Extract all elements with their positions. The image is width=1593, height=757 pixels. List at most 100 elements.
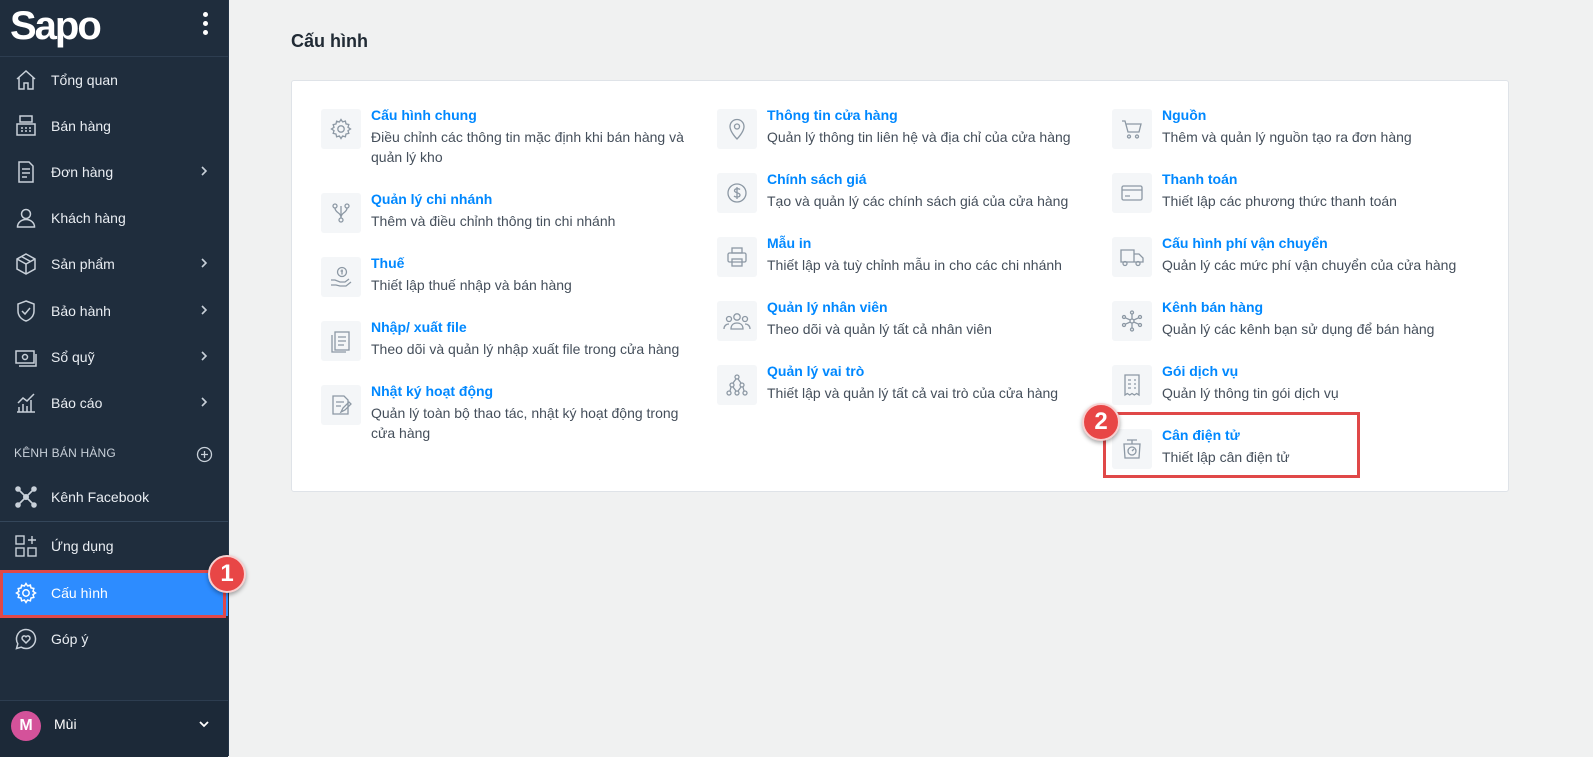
- dollar-circle-icon: [717, 173, 757, 213]
- sidebar-item-cashbook[interactable]: Sổ quỹ: [0, 334, 228, 380]
- setting-payment[interactable]: Thanh toán Thiết lập các phương thức tha…: [1112, 171, 1492, 233]
- credit-card-icon: [1112, 173, 1152, 213]
- setting-title[interactable]: Mẫu in: [767, 235, 811, 251]
- sidebar-header: Sapo: [0, 0, 228, 57]
- setting-price-policy[interactable]: Chính sách giá Tạo và quản lý các chính …: [717, 171, 1097, 233]
- setting-general-config[interactable]: Cấu hình chung Điều chỉnh các thông tin …: [321, 107, 701, 169]
- sidebar-item-label: Đơn hàng: [51, 164, 114, 180]
- sidebar-item-label: Sản phẩm: [51, 256, 115, 272]
- setting-title[interactable]: Thông tin cửa hàng: [767, 107, 898, 123]
- setting-description: Điều chỉnh các thông tin mặc định khi bá…: [371, 129, 684, 165]
- setting-title[interactable]: Gói dịch vụ: [1162, 363, 1238, 379]
- shield-check-icon: [14, 299, 38, 323]
- chevron-right-icon: [198, 256, 210, 270]
- setting-description: Tạo và quản lý các chính sách giá của cử…: [767, 193, 1069, 209]
- setting-store-info[interactable]: Thông tin cửa hàng Quản lý thông tin liê…: [717, 107, 1097, 169]
- sidebar-item-apps[interactable]: Ứng dụng: [0, 523, 228, 569]
- sidebar-item-label: Ứng dụng: [51, 538, 114, 554]
- service-receipt-icon: [1112, 365, 1152, 405]
- sidebar-item-label: Góp ý: [51, 631, 89, 647]
- setting-title[interactable]: Kênh bán hàng: [1162, 299, 1263, 315]
- setting-description: Theo dõi và quản lý tất cả nhân viên: [767, 321, 992, 337]
- setting-description: Thêm và điều chỉnh thông tin chi nhánh: [371, 213, 616, 229]
- chevron-down-icon[interactable]: [197, 717, 211, 731]
- branch-icon: [321, 193, 361, 233]
- sidebar-item-overview[interactable]: Tổng quan: [0, 57, 228, 103]
- printer-icon: [717, 237, 757, 277]
- setting-sales-channels[interactable]: Kênh bán hàng Quản lý các kênh bạn sử dụ…: [1112, 299, 1492, 361]
- settings-card: Cấu hình chung Điều chỉnh các thông tin …: [291, 80, 1509, 492]
- map-pin-icon: [717, 109, 757, 149]
- setting-description: Thiết lập và quản lý tất cả vai trò của …: [767, 385, 1059, 401]
- setting-source[interactable]: Nguồn Thêm và quản lý nguồn tạo ra đơn h…: [1112, 107, 1492, 169]
- sapo-logo[interactable]: Sapo: [10, 4, 102, 49]
- sidebar-item-feedback[interactable]: Góp ý: [0, 616, 228, 662]
- gear-icon: [14, 581, 38, 605]
- box-icon: [14, 252, 38, 276]
- tax-hand-icon: [321, 257, 361, 297]
- sidebar-item-sales[interactable]: Bán hàng: [0, 103, 228, 149]
- user-name: Mùi: [54, 716, 77, 732]
- order-document-icon: [14, 160, 38, 184]
- setting-title[interactable]: Cấu hình phí vận chuyển: [1162, 235, 1328, 251]
- setting-title[interactable]: Thanh toán: [1162, 171, 1237, 187]
- truck-icon: [1112, 237, 1152, 277]
- sidebar-item-settings[interactable]: Cấu hình: [0, 570, 228, 616]
- setting-shipping-fee[interactable]: Cấu hình phí vận chuyển Quản lý các mức …: [1112, 235, 1492, 297]
- sidebar-item-orders[interactable]: Đơn hàng: [0, 149, 228, 195]
- more-menu-icon[interactable]: [198, 12, 212, 42]
- setting-title[interactable]: Quản lý nhân viên: [767, 299, 888, 315]
- setting-title[interactable]: Quản lý chi nhánh: [371, 191, 492, 207]
- network-nodes-icon: [14, 485, 38, 509]
- cash-book-icon: [14, 345, 38, 369]
- gear-icon: [321, 109, 361, 149]
- setting-title[interactable]: Nguồn: [1162, 107, 1206, 123]
- setting-title[interactable]: Nhật ký hoạt động: [371, 383, 493, 399]
- sidebar-item-label: Bán hàng: [51, 118, 111, 134]
- setting-description: Theo dõi và quản lý nhập xuất file trong…: [371, 341, 680, 357]
- user-icon: [14, 206, 38, 230]
- setting-branch-management[interactable]: Quản lý chi nhánh Thêm và điều chỉnh thô…: [321, 191, 701, 253]
- setting-service-package[interactable]: Gói dịch vụ Quản lý thông tin gói dịch v…: [1112, 363, 1492, 425]
- chart-icon: [14, 391, 38, 415]
- setting-description: Thiết lập các phương thức thanh toán: [1162, 193, 1397, 209]
- setting-staff-management[interactable]: Quản lý nhân viên Theo dõi và quản lý tấ…: [717, 299, 1097, 361]
- page-title: Cấu hình: [291, 31, 368, 51]
- setting-title[interactable]: Quản lý vai trò: [767, 363, 864, 379]
- staff-group-icon: [717, 301, 757, 341]
- setting-description: Thiết lập cân điện tử: [1162, 449, 1290, 465]
- setting-tax[interactable]: Thuế Thiết lập thuế nhập và bán hàng: [321, 255, 701, 317]
- setting-description: Quản lý các kênh bạn sử dụng để bán hàng: [1162, 321, 1435, 337]
- setting-description: Thiết lập và tuỳ chỉnh mẫu in cho các ch…: [767, 257, 1062, 273]
- cart-icon: [1112, 109, 1152, 149]
- annotation-step-1-badge: 1: [208, 555, 246, 593]
- sidebar-item-customers[interactable]: Khách hàng: [0, 195, 228, 241]
- setting-description: Quản lý thông tin liên hệ và địa chỉ của…: [767, 129, 1071, 145]
- chevron-right-icon: [198, 349, 210, 363]
- setting-title[interactable]: Cấu hình chung: [371, 107, 477, 123]
- setting-title[interactable]: Chính sách giá: [767, 171, 867, 187]
- sidebar-item-label: Bảo hành: [51, 303, 111, 319]
- pos-register-icon: [14, 114, 38, 138]
- sidebar-item-reports[interactable]: Báo cáo: [0, 380, 228, 426]
- channels-network-icon: [1112, 301, 1152, 341]
- setting-title[interactable]: Thuế: [371, 255, 404, 271]
- setting-description: Thiết lập thuế nhập và bán hàng: [371, 277, 572, 293]
- annotation-step-2-badge: 2: [1082, 403, 1120, 441]
- chevron-right-icon: [198, 395, 210, 409]
- sidebar-item-warranty[interactable]: Bảo hành: [0, 288, 228, 334]
- setting-activity-log[interactable]: Nhật ký hoạt động Quản lý toàn bộ thao t…: [321, 383, 701, 445]
- user-menu[interactable]: M Mùi: [0, 700, 228, 757]
- feedback-heart-icon: [14, 627, 38, 651]
- setting-role-management[interactable]: Quản lý vai trò Thiết lập và quản lý tất…: [717, 363, 1097, 425]
- sidebar-item-facebook-channel[interactable]: Kênh Facebook: [0, 474, 228, 520]
- setting-print-templates[interactable]: Mẫu in Thiết lập và tuỳ chỉnh mẫu in cho…: [717, 235, 1097, 297]
- sidebar-divider: [0, 521, 228, 522]
- setting-title[interactable]: Nhập/ xuất file: [371, 319, 467, 335]
- add-channel-icon[interactable]: [196, 446, 213, 463]
- sidebar-item-products[interactable]: Sản phẩm: [0, 241, 228, 287]
- setting-import-export-file[interactable]: Nhập/ xuất file Theo dõi và quản lý nhập…: [321, 319, 701, 381]
- setting-electronic-scale[interactable]: Cân điện tử Thiết lập cân điện tử: [1112, 427, 1492, 489]
- setting-description: Thêm và quản lý nguồn tạo ra đơn hàng: [1162, 129, 1412, 145]
- setting-title[interactable]: Cân điện tử: [1162, 427, 1240, 443]
